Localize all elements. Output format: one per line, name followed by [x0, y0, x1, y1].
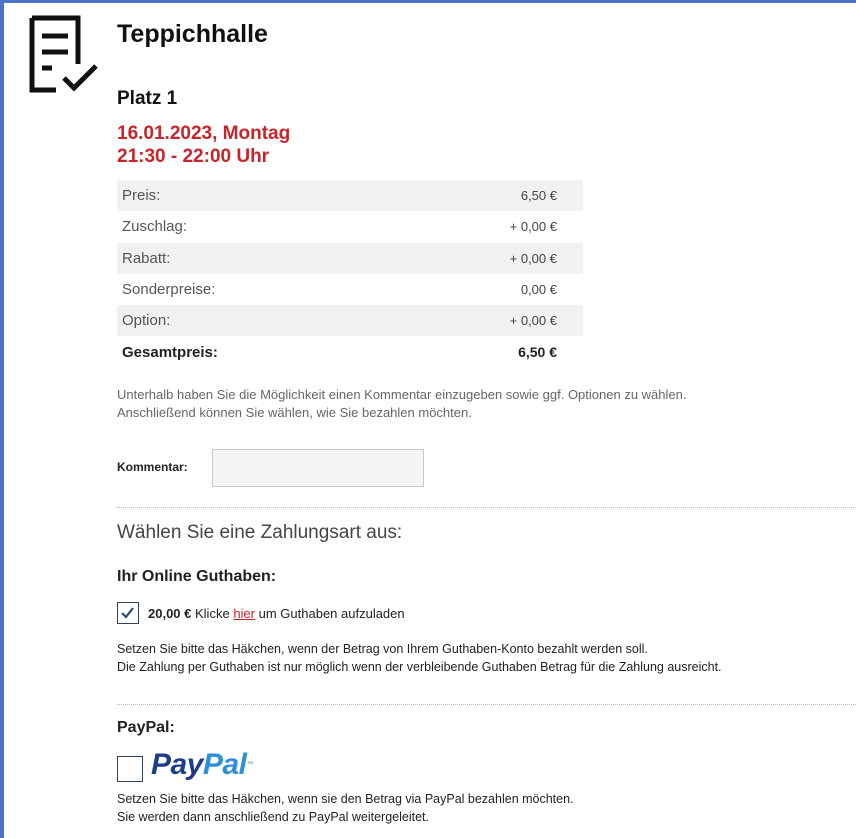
option-row: Option: + 0,00 € — [117, 305, 583, 337]
paypal-logo: PayPal™ — [151, 748, 253, 782]
discount-label: Rabatt: — [117, 242, 385, 274]
paypal-logo-pay: Pay — [151, 748, 203, 781]
window-frame-left — [0, 0, 4, 838]
discount-row: Rabatt: + 0,00 € — [117, 242, 583, 274]
option-label: Option: — [117, 305, 385, 337]
surcharge-row: Zuschlag: + 0,00 € — [117, 211, 583, 243]
window-frame-top — [0, 0, 856, 3]
hint-text: Unterhalb haben Sie die Möglichkeit eine… — [117, 386, 817, 421]
option-value: + 0,00 € — [384, 305, 583, 337]
credit-text-before: Klicke — [195, 606, 230, 621]
credit-checkbox[interactable] — [117, 602, 139, 624]
credit-amount: 20,00 € — [148, 606, 192, 621]
total-value: 6,50 € — [384, 336, 583, 368]
total-row: Gesamtpreis: 6,50 € — [117, 336, 583, 368]
paypal-note-line-1: Setzen Sie bitte das Häkchen, wenn sie d… — [117, 792, 574, 806]
booking-date: 16.01.2023, Montag — [117, 123, 291, 144]
hint-line-1: Unterhalb haben Sie die Möglichkeit eine… — [117, 387, 687, 402]
court-name: Platz 1 — [117, 88, 178, 109]
credit-line: 20,00 € Klicke hier um Guthaben aufzulad… — [148, 606, 405, 621]
booking-time: 21:30 - 22:00 Uhr — [117, 146, 270, 167]
price-label: Preis: — [117, 180, 385, 212]
payment-method-heading: Wählen Sie eine Zahlungsart aus: — [117, 522, 403, 543]
credit-text-after: um Guthaben aufzuladen — [258, 606, 405, 621]
paypal-logo-pal: Pal — [202, 748, 247, 781]
comment-input[interactable] — [212, 449, 424, 487]
page-title: Teppichhalle — [117, 20, 268, 48]
special-price-value: 0,00 € — [384, 273, 583, 306]
discount-value: + 0,00 € — [384, 242, 583, 274]
price-row: Preis: 6,50 € — [117, 180, 583, 212]
comment-label: Kommentar: — [117, 460, 188, 474]
hint-line-2: Anschließend können Sie wählen, wie Sie … — [117, 404, 472, 420]
paypal-logo-tm: ™ — [246, 761, 253, 768]
checklist-icon — [29, 15, 98, 93]
credit-heading: Ihr Online Guthaben: — [117, 568, 277, 585]
topup-link[interactable]: hier — [233, 606, 255, 621]
credit-note-line-1: Setzen Sie bitte das Häkchen, wenn der B… — [117, 642, 648, 656]
special-price-label: Sonderpreise: — [117, 273, 385, 306]
paypal-checkbox[interactable] — [117, 756, 143, 782]
divider — [117, 507, 856, 508]
price-table: Preis: 6,50 € Zuschlag: + 0,00 € Rabatt:… — [117, 180, 583, 368]
surcharge-value: + 0,00 € — [384, 211, 583, 243]
checkmark-icon — [121, 607, 134, 619]
total-label: Gesamtpreis: — [117, 336, 385, 368]
credit-note-line-2: Die Zahlung per Guthaben ist nur möglich… — [117, 659, 722, 674]
paypal-heading: PayPal: — [117, 719, 175, 736]
credit-note: Setzen Sie bitte das Häkchen, wenn der B… — [117, 641, 722, 676]
special-price-row: Sonderpreise: 0,00 € — [117, 273, 583, 306]
surcharge-label: Zuschlag: — [117, 211, 385, 243]
paypal-note: Setzen Sie bitte das Häkchen, wenn sie d… — [117, 791, 574, 826]
price-value: 6,50 € — [384, 180, 583, 212]
divider — [117, 704, 856, 705]
booking-datetime: 16.01.2023, Montag 21:30 - 22:00 Uhr — [117, 122, 290, 168]
paypal-note-line-2: Sie werden dann anschließend zu PayPal w… — [117, 809, 429, 824]
